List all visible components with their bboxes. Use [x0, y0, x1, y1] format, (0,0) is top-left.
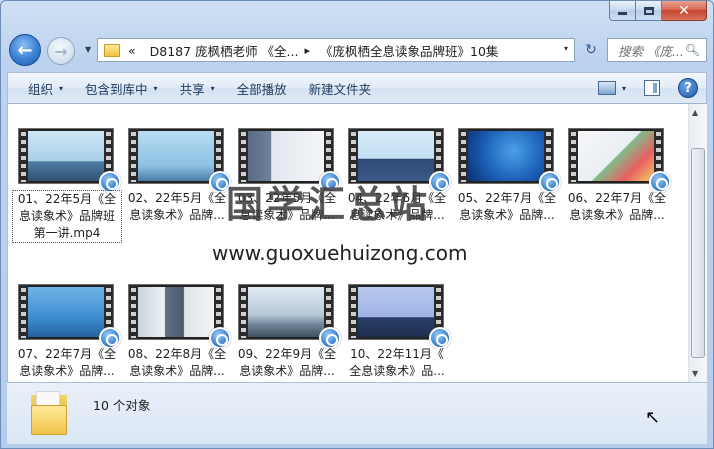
chevron-down-icon: ▾: [59, 83, 64, 93]
maximize-button[interactable]: [636, 1, 662, 21]
share-label: 共享: [179, 81, 205, 97]
file-name: 06、22年7月《全 息读象术》品牌...: [567, 191, 667, 222]
organize-menu[interactable]: 组织 ▾: [8, 79, 74, 98]
new-folder-button[interactable]: 新建文件夹: [298, 79, 383, 98]
minimize-icon: [618, 12, 627, 15]
video-thumbnail: [18, 284, 121, 349]
breadcrumb-overflow[interactable]: «: [128, 43, 136, 58]
recent-pages-dropdown[interactable]: ▼: [85, 45, 91, 54]
watermark-title: 国学汇总站: [226, 182, 431, 226]
caption-buttons: ✕: [609, 1, 707, 21]
refresh-button[interactable]: ↻: [579, 38, 603, 62]
item-count: 10 个对象: [93, 398, 151, 413]
explorer-window: ✕ ← → ▼ « D8187 庞枫栖老师 《全... ▸ 《庞枫栖全息读象品牌…: [0, 0, 714, 449]
watermark-url: www.guoxuehuizong.com: [212, 241, 468, 265]
folder-icon: [31, 391, 67, 435]
forward-button[interactable]: →: [47, 37, 75, 65]
include-in-library-menu[interactable]: 包含到库中 ▾: [74, 79, 169, 98]
scrollbar-thumb[interactable]: [691, 148, 705, 358]
vertical-scrollbar[interactable]: ▲ ▼: [688, 104, 707, 382]
address-dropdown-icon[interactable]: ▾: [564, 44, 568, 53]
breadcrumb-parent[interactable]: D8187 庞枫栖老师 《全...: [150, 41, 299, 60]
file-name: 09、22年9月《全 息读象术》品牌...: [237, 347, 337, 378]
preview-pane-icon[interactable]: [644, 80, 660, 96]
back-button[interactable]: ←: [9, 34, 41, 66]
chevron-down-icon: ▼: [85, 45, 92, 54]
video-thumbnail: [18, 128, 121, 193]
help-icon[interactable]: ?: [678, 78, 698, 98]
video-thumbnail: [128, 284, 231, 349]
file-list: 01、22年5月《全 息读象术》品牌班 第一讲.mp4 02、22年5月《全 息…: [7, 104, 688, 382]
search-placeholder: 搜索 《庞...: [618, 43, 684, 59]
view-controls: ▾ ?: [597, 78, 698, 98]
video-thumbnail: [458, 128, 561, 193]
view-options-dropdown[interactable]: ▾: [622, 84, 626, 93]
search-icon: 🔍︎: [684, 43, 700, 57]
new-folder-label: 新建文件夹: [308, 81, 372, 97]
file-name: 10、22年11月《 全息读象术》品...: [349, 347, 445, 378]
refresh-icon: ↻: [585, 42, 597, 58]
file-name: 08、22年8月《全 息读象术》品牌...: [127, 347, 227, 378]
scroll-down-icon[interactable]: ▼: [692, 369, 698, 378]
video-thumbnail: [128, 128, 231, 193]
video-thumbnail: [568, 128, 671, 193]
file-name: 02、22年5月《全 息读象术》品牌...: [127, 191, 227, 222]
mouse-cursor-icon: ↖︎: [645, 407, 661, 428]
share-menu[interactable]: 共享 ▾: [169, 79, 226, 98]
file-name: 05、22年7月《全 息读象术》品牌...: [457, 191, 557, 222]
details-pane: 10 个对象 ↖︎: [7, 382, 707, 444]
organize-label: 组织: [28, 81, 54, 97]
video-thumbnail: [238, 284, 341, 349]
folder-icon: [104, 43, 120, 57]
command-bar: 组织 ▾ 包含到库中 ▾ 共享 ▾ 全部播放 新建文件夹 ▾ ?: [7, 72, 707, 104]
breadcrumb-current[interactable]: 《庞枫栖全息读象品牌班》10集: [320, 41, 498, 60]
change-view-icon[interactable]: [597, 81, 616, 95]
play-all-button[interactable]: 全部播放: [226, 79, 298, 98]
scroll-up-icon[interactable]: ▲: [692, 108, 698, 117]
back-arrow-icon: ←: [17, 39, 33, 61]
help-label: ?: [684, 80, 692, 96]
chevron-down-icon: ▾: [153, 83, 158, 93]
navigation-bar: ← → ▼ « D8187 庞枫栖老师 《全... ▸ 《庞枫栖全息读象品牌班》…: [7, 34, 707, 66]
video-thumbnail: [348, 284, 451, 349]
search-input[interactable]: 搜索 《庞... 🔍︎: [607, 38, 707, 62]
close-button[interactable]: ✕: [662, 1, 707, 21]
include-library-label: 包含到库中: [85, 81, 148, 97]
address-bar[interactable]: « D8187 庞枫栖老师 《全... ▸ 《庞枫栖全息读象品牌班》10集 ▾: [97, 38, 575, 62]
chevron-down-icon: ▾: [210, 83, 215, 93]
file-name: 01、22年5月《全 息读象术》品牌班 第一讲.mp4: [12, 190, 122, 243]
maximize-icon: [643, 6, 654, 15]
minimize-button[interactable]: [609, 1, 636, 21]
breadcrumb-separator[interactable]: ▸: [304, 44, 310, 57]
close-icon: ✕: [678, 2, 690, 19]
forward-arrow-icon: →: [54, 41, 68, 61]
file-name: 07、22年7月《全 息读象术》品牌...: [17, 347, 117, 378]
play-all-label: 全部播放: [236, 81, 287, 97]
